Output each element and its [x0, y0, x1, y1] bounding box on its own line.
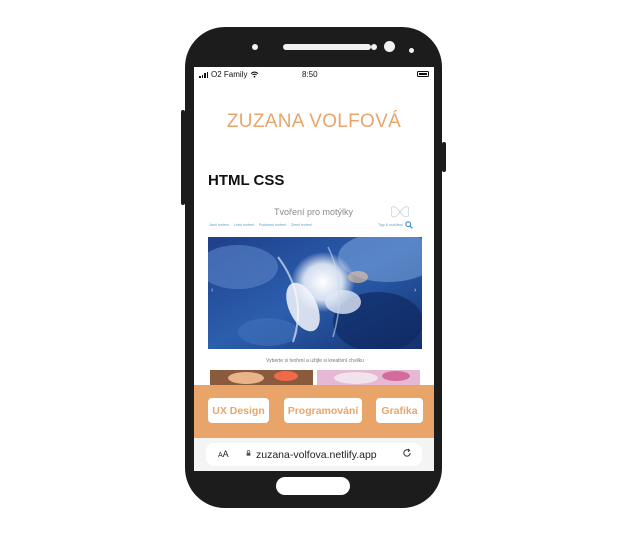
carrier-name: O2 Family	[211, 70, 248, 79]
graphics-button[interactable]: Grafika	[376, 398, 423, 423]
sensor-dot-icon	[371, 44, 377, 50]
address-bar[interactable]: AA zuzana-volfova.netlify.app	[206, 443, 422, 466]
reload-icon[interactable]	[402, 448, 412, 458]
speaker-grille	[283, 44, 371, 50]
url-text[interactable]: zuzana-volfova.netlify.app	[256, 449, 377, 461]
section-heading: HTML CSS	[208, 172, 285, 189]
preview-subtitle: Vyberte si tvoření a užijte si kreativní…	[266, 358, 364, 364]
wifi-icon	[251, 71, 259, 78]
preview-hero-image: ‹ ›	[208, 237, 422, 349]
status-bar: O2 Family 8:50	[194, 67, 434, 81]
preview-nav-item: Podzimní tvoření	[258, 223, 286, 227]
preview-nav-item: Jarní tvoření	[209, 223, 229, 227]
butterfly-icon	[390, 206, 410, 218]
status-time: 8:50	[302, 70, 318, 79]
slider-next-icon[interactable]: ›	[414, 287, 416, 294]
front-camera-icon	[384, 41, 395, 52]
preview-search-label: Tipy & rozšíření	[378, 223, 404, 227]
ux-design-button[interactable]: UX Design	[208, 398, 269, 423]
category-bar: UX Design Programování Grafika	[194, 385, 434, 438]
battery-icon	[417, 71, 429, 77]
signal-icon	[199, 71, 208, 78]
phone-screen: O2 Family 8:50 ZUZANA VOLFOVÁ HTML CSS T…	[194, 67, 434, 471]
browser-toolbar: AA zuzana-volfova.netlify.app	[194, 438, 434, 471]
proximity-dot-icon	[409, 48, 414, 53]
search-icon	[405, 221, 413, 229]
preview-nav: Jarní tvoření Letní tvoření Podzimní tvo…	[209, 223, 312, 227]
slider-prev-icon[interactable]: ‹	[211, 287, 213, 294]
carrier-info: O2 Family	[199, 70, 259, 79]
site-title[interactable]: ZUZANA VOLFOVÁ	[194, 111, 434, 133]
programming-button[interactable]: Programování	[284, 398, 362, 423]
lock-icon	[246, 450, 251, 456]
preview-thumbnails	[206, 370, 424, 386]
text-size-button[interactable]: AA	[218, 449, 229, 459]
home-button[interactable]	[276, 477, 350, 495]
preview-site-title: Tvoření pro motýlky	[274, 207, 354, 217]
preview-nav-item: Letní tvoření	[233, 223, 254, 227]
preview-nav-item: Zimní tvoření	[290, 223, 312, 227]
power-button	[442, 142, 446, 172]
preview-search: Tipy & rozšíření	[378, 221, 413, 229]
camera-dot-icon	[252, 44, 258, 50]
